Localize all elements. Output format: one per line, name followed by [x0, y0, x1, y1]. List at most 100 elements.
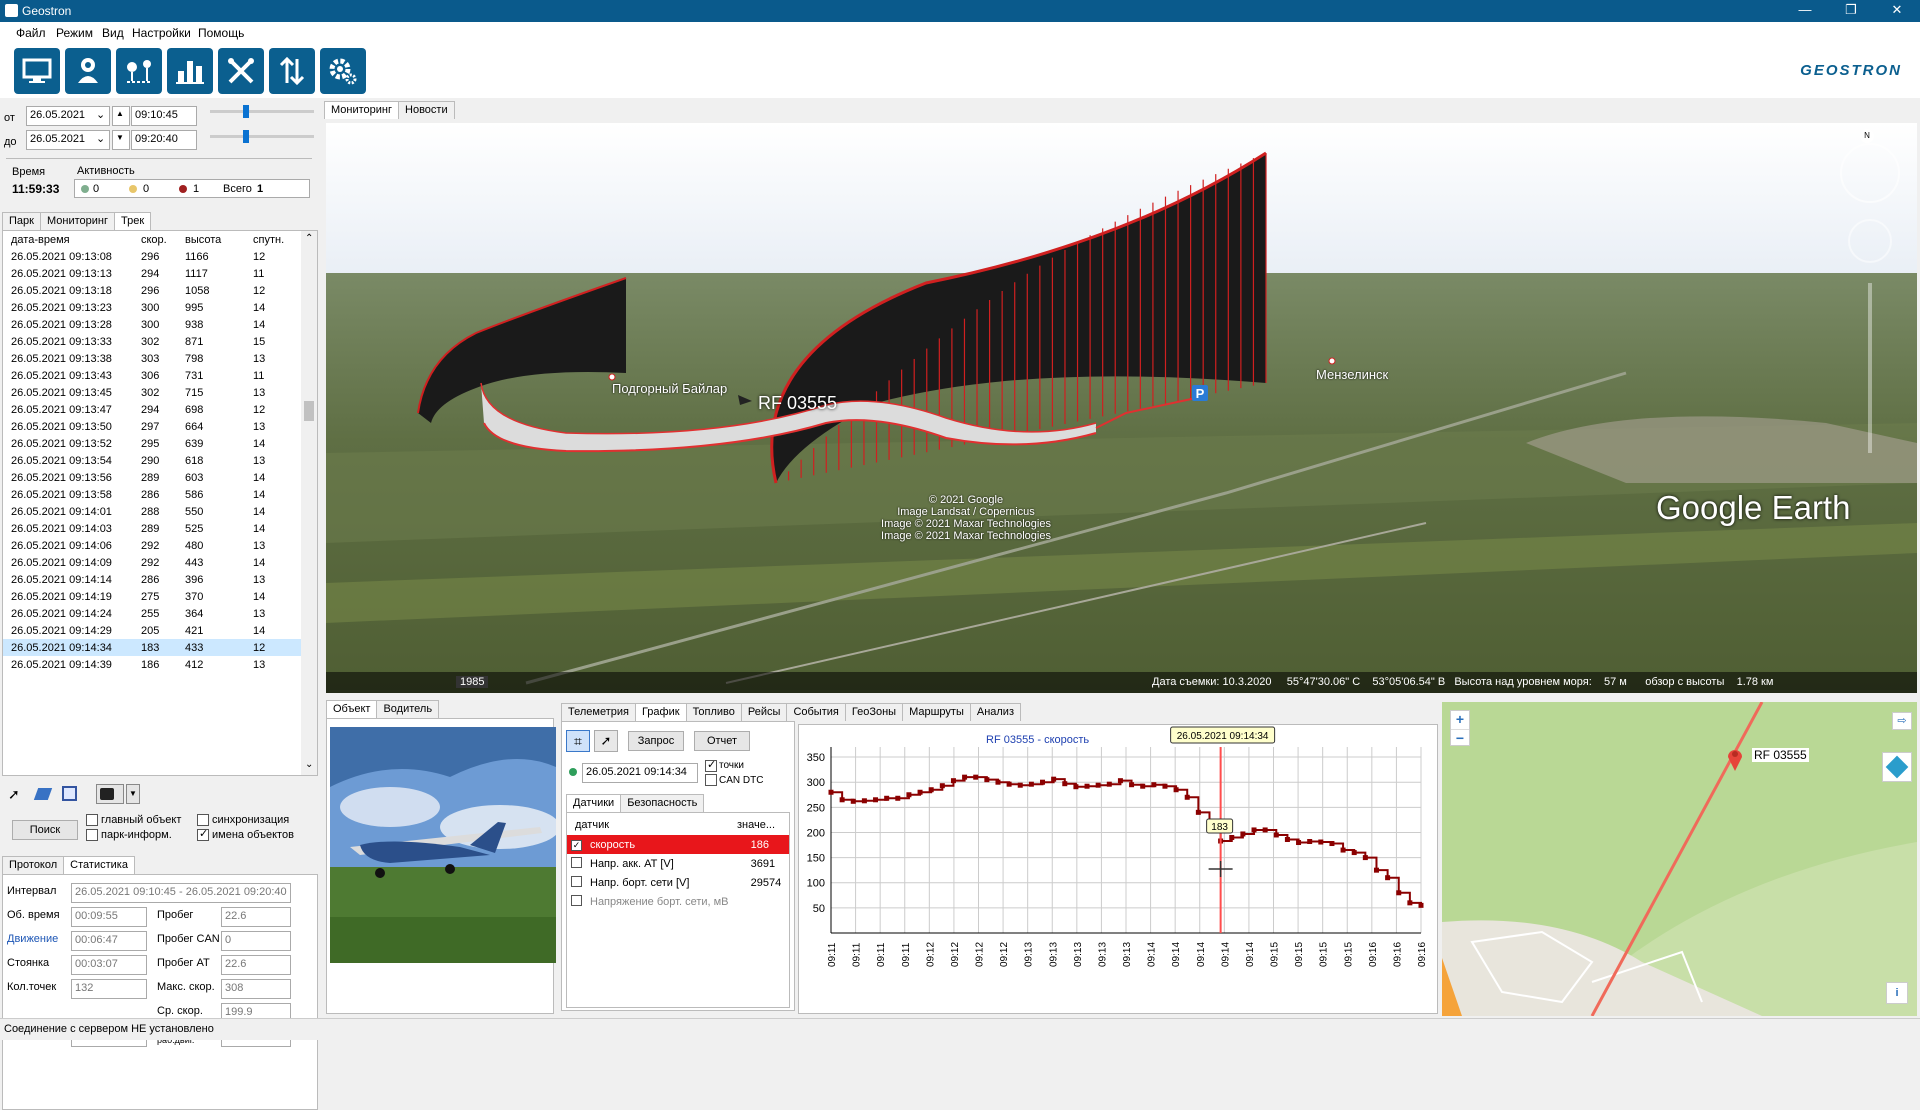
tab-statistics[interactable]: Статистика — [63, 856, 135, 874]
table-row[interactable]: 26.05.2021 09:13:56 289 603 14 — [3, 469, 317, 486]
sort-button[interactable] — [269, 48, 315, 94]
tab-analysis[interactable]: Анализ — [969, 703, 1021, 721]
zoom-in-button[interactable]: + — [1451, 711, 1469, 729]
from-time-input[interactable]: 09:10:45 — [131, 106, 197, 126]
report-button[interactable]: Отчет — [694, 731, 750, 751]
tab-fuel[interactable]: Топливо — [685, 703, 742, 721]
tab-trips[interactable]: Рейсы — [740, 703, 788, 721]
table-row[interactable]: 26.05.2021 09:13:28 300 938 14 — [3, 316, 317, 333]
table-row[interactable]: 26.05.2021 09:13:23 300 995 14 — [3, 299, 317, 316]
zoom-area-icon[interactable]: ⌗ — [566, 730, 590, 752]
tab-telemetry[interactable]: Телеметрия — [561, 703, 636, 721]
tab-track[interactable]: Трек — [113, 212, 152, 230]
to-dir-button[interactable]: ▼ — [112, 130, 130, 150]
info-icon[interactable]: i — [1886, 982, 1908, 1004]
from-slider[interactable] — [210, 105, 314, 118]
table-row[interactable]: 26.05.2021 09:13:08 296 1166 12 — [3, 248, 317, 265]
mileage-can-field[interactable]: 0 — [221, 931, 291, 951]
table-row[interactable]: 26.05.2021 09:14:14 286 396 13 — [3, 571, 317, 588]
tab-graph[interactable]: График — [634, 703, 687, 721]
col-datetime[interactable]: дата-время — [3, 231, 133, 248]
object-names-checkbox[interactable] — [197, 827, 209, 841]
minimap-object-label[interactable]: RF 03555 — [1752, 748, 1809, 762]
mini-map[interactable]: + − ⇨ i RF 03555 — [1442, 702, 1917, 1016]
close-button[interactable]: ✕ — [1874, 0, 1920, 22]
from-dir-button[interactable]: ▲ — [112, 106, 130, 126]
main-object-checkbox[interactable] — [86, 814, 98, 826]
tab-object[interactable]: Объект — [326, 700, 378, 718]
scroll-down-icon[interactable]: ⌄ — [305, 759, 313, 770]
object-label[interactable]: RF 03555 — [758, 393, 837, 414]
table-row[interactable]: 26.05.2021 09:13:54 290 618 13 — [3, 452, 317, 469]
tab-protocol[interactable]: Протокол — [2, 856, 65, 874]
table-row[interactable]: 26.05.2021 09:14:29 205 421 14 — [3, 622, 317, 639]
tab-news[interactable]: Новости — [398, 101, 455, 119]
table-row[interactable]: 26.05.2021 09:14:01 288 550 14 — [3, 503, 317, 520]
settings-button[interactable] — [320, 48, 366, 94]
to-time-input[interactable]: 09:20:40 — [131, 130, 197, 150]
max-speed-field[interactable]: 308 — [221, 979, 291, 999]
sensor-row[interactable]: Напр. борт. сети [V] 29574 — [567, 873, 789, 892]
can-dtc-checkbox[interactable] — [705, 774, 717, 786]
menu-file[interactable]: Файл — [16, 26, 46, 40]
save-icon[interactable] — [62, 786, 77, 801]
scroll-thumb[interactable] — [304, 401, 314, 421]
to-slider-thumb[interactable] — [243, 130, 249, 143]
monitor-button[interactable] — [14, 48, 60, 94]
table-row[interactable]: 26.05.2021 09:14:09 292 443 14 — [3, 554, 317, 571]
tab-routes[interactable]: Маршруты — [902, 703, 971, 721]
motion-link[interactable]: Движение — [7, 933, 58, 945]
table-row[interactable]: 26.05.2021 09:13:50 297 664 13 — [3, 418, 317, 435]
points-checkbox[interactable] — [705, 758, 717, 772]
sensor-checkbox[interactable] — [567, 892, 586, 911]
mileage-at-field[interactable]: 22.6 — [221, 955, 291, 975]
north-icon[interactable]: N — [1860, 129, 1874, 143]
mileage-field[interactable]: 22.6 — [221, 907, 291, 927]
pointer-icon[interactable]: ➚ — [8, 786, 20, 803]
tab-park[interactable]: Парк — [2, 212, 41, 230]
tab-security[interactable]: Безопасность — [620, 794, 705, 812]
camera-dropdown[interactable] — [96, 784, 124, 804]
park-info-checkbox[interactable] — [86, 829, 98, 841]
menu-mode[interactable]: Режим — [56, 26, 93, 40]
from-slider-thumb[interactable] — [243, 105, 249, 118]
tab-sensors[interactable]: Датчики — [566, 794, 622, 812]
maximize-button[interactable]: ❐ — [1828, 0, 1874, 22]
chevron-down-icon[interactable]: ▼ — [126, 784, 140, 804]
search-button[interactable]: Поиск — [12, 820, 78, 840]
table-row[interactable]: 26.05.2021 09:14:39 186 412 13 — [3, 656, 317, 673]
sensor-checkbox[interactable] — [567, 854, 586, 873]
tab-geozones[interactable]: ГеоЗоны — [844, 703, 904, 721]
table-row[interactable]: 26.05.2021 09:13:45 302 715 13 — [3, 384, 317, 401]
sensor-row[interactable]: ✓ скорость 186 — [567, 835, 789, 854]
sensor-row[interactable]: Напряжение борт. сети, мВ — [567, 892, 789, 911]
table-row[interactable]: 26.05.2021 09:13:58 286 586 14 — [3, 486, 317, 503]
table-row[interactable]: 26.05.2021 09:13:47 294 698 12 — [3, 401, 317, 418]
menu-settings[interactable]: Настройки — [132, 26, 191, 40]
menu-help[interactable]: Помощь — [198, 26, 244, 40]
tab-main-monitoring[interactable]: Мониторинг — [324, 101, 400, 119]
motion-field[interactable]: 00:06:47 — [71, 931, 147, 951]
timeline-year[interactable]: 1985 — [456, 676, 489, 688]
col-speed[interactable]: скор. — [133, 231, 177, 248]
menu-view[interactable]: Вид — [102, 26, 124, 40]
interval-field[interactable]: 26.05.2021 09:10:45 - 26.05.2021 09:20:4… — [71, 883, 291, 903]
zoom-out-button[interactable]: − — [1451, 729, 1469, 746]
compass-icon[interactable] — [1840, 143, 1900, 203]
table-row[interactable]: 26.05.2021 09:14:19 275 370 14 — [3, 588, 317, 605]
zoom-slider[interactable] — [1868, 283, 1872, 453]
export-icon[interactable]: ⇨ — [1892, 712, 1912, 730]
table-row[interactable]: 26.05.2021 09:13:13 294 1117 11 — [3, 265, 317, 282]
chart-button[interactable] — [167, 48, 213, 94]
look-joystick-icon[interactable] — [1848, 219, 1892, 263]
points-field[interactable]: 132 — [71, 979, 147, 999]
col-altitude[interactable]: высота — [177, 231, 245, 248]
table-row[interactable]: 26.05.2021 09:14:03 289 525 14 — [3, 520, 317, 537]
table-row[interactable]: 26.05.2021 09:13:33 302 871 15 — [3, 333, 317, 350]
sensor-row[interactable]: Напр. акк. АТ [V] 3691 — [567, 854, 789, 873]
total-time-field[interactable]: 00:09:55 — [71, 907, 147, 927]
parking-field[interactable]: 00:03:07 — [71, 955, 147, 975]
to-slider[interactable] — [210, 130, 314, 143]
table-row[interactable]: 26.05.2021 09:14:34 183 433 12 — [3, 639, 317, 656]
table-row[interactable]: 26.05.2021 09:13:52 295 639 14 — [3, 435, 317, 452]
